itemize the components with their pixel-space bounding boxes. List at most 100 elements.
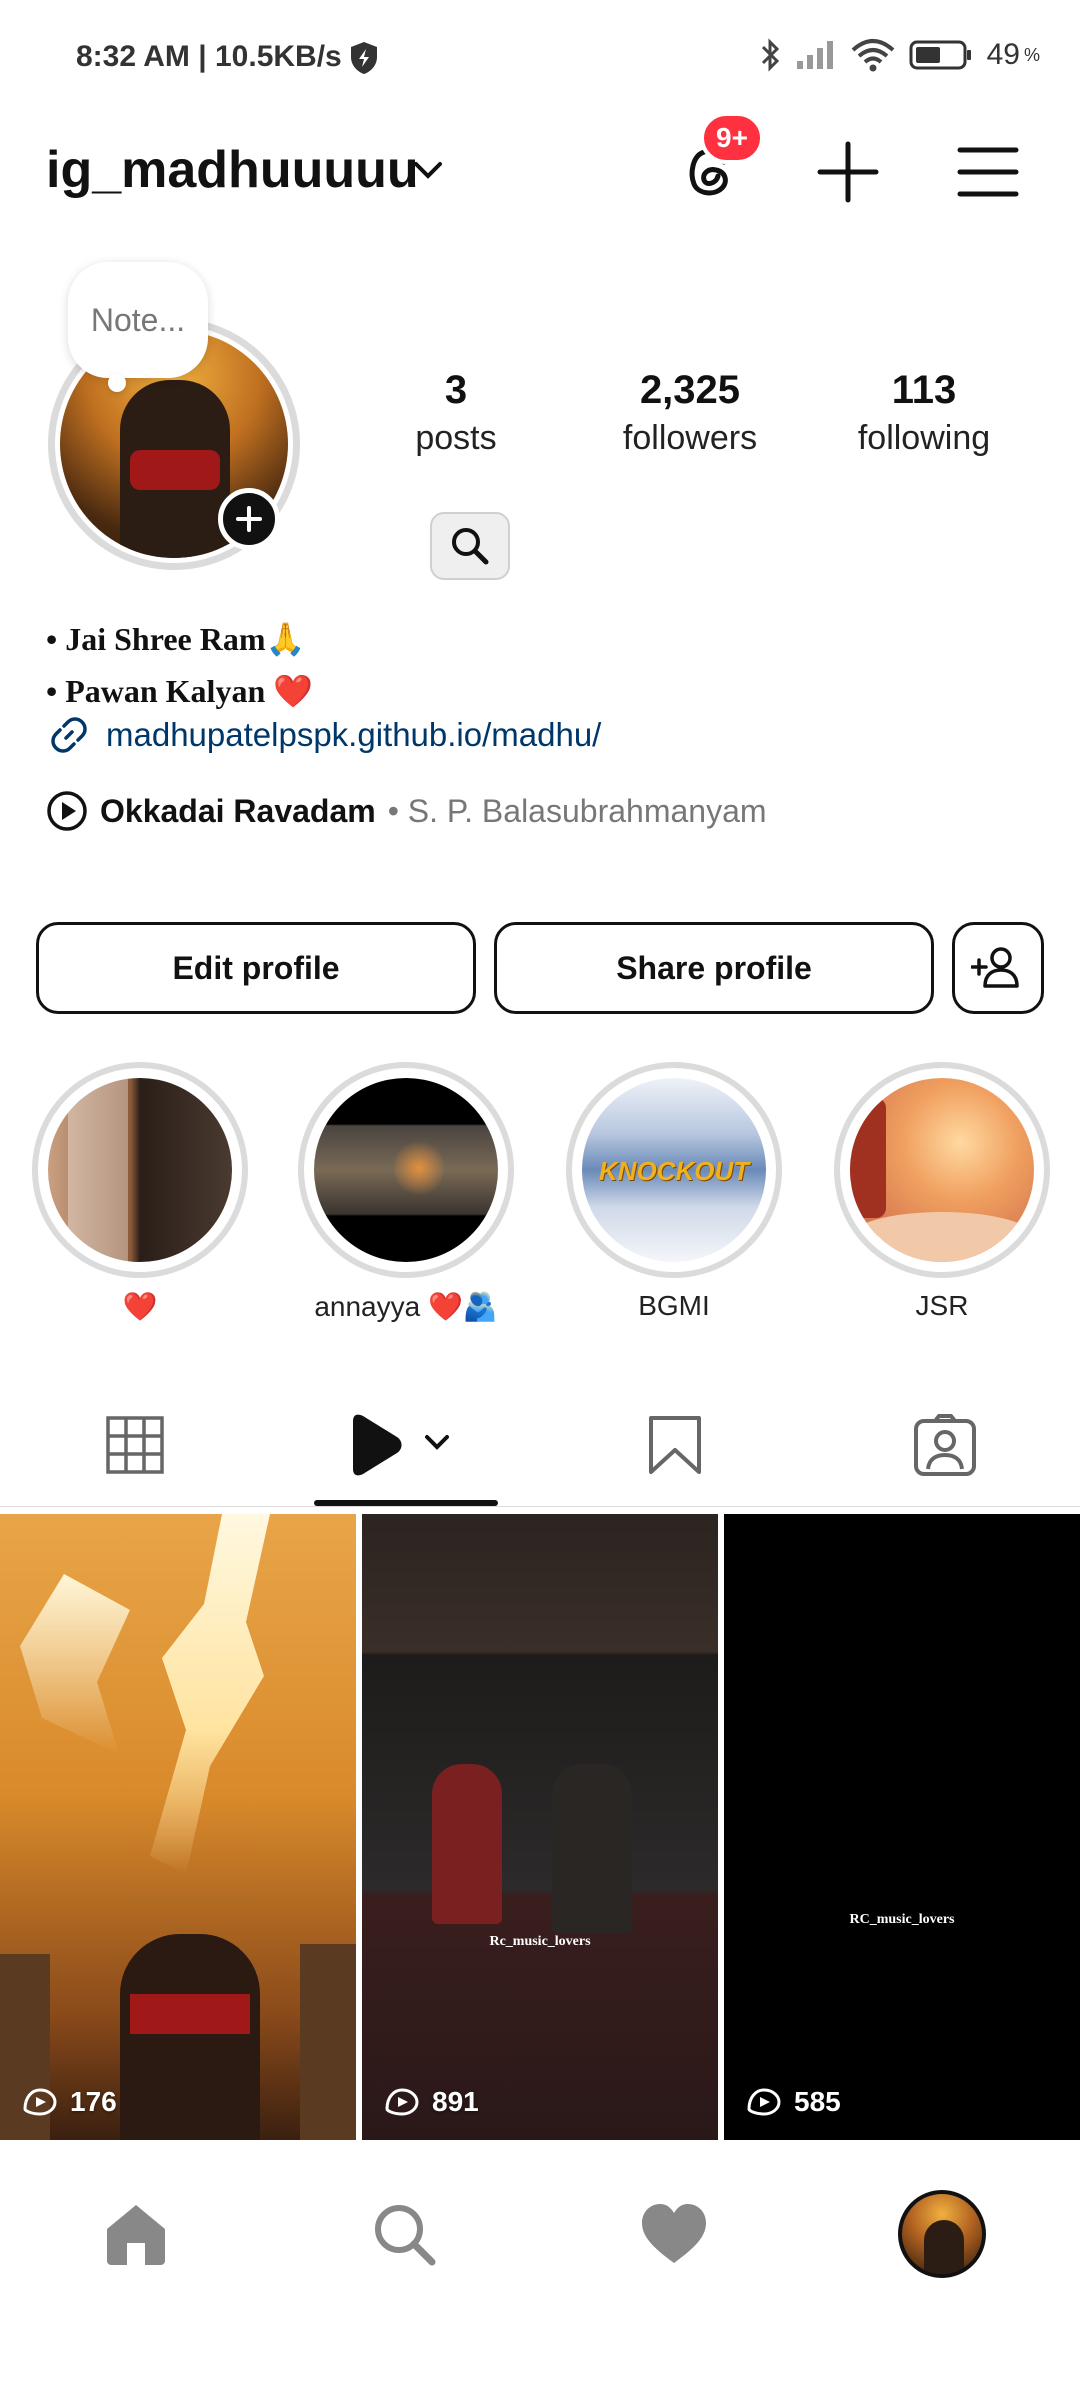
following-count: 113 bbox=[891, 368, 957, 412]
highlight-label: BGMI bbox=[638, 1290, 710, 1321]
add-person-icon bbox=[971, 947, 1019, 988]
nav-profile-avatar bbox=[898, 2190, 986, 2278]
highlight-ring bbox=[834, 1062, 1050, 1278]
signal-icon bbox=[796, 41, 833, 69]
tab-tagged[interactable] bbox=[810, 1380, 1080, 1510]
battery-icon bbox=[909, 40, 971, 70]
knockout-logo: KNOCKOUT bbox=[598, 1156, 750, 1186]
nav-profile[interactable] bbox=[892, 2184, 992, 2284]
bluetooth-icon bbox=[761, 38, 779, 72]
bio-link-text[interactable]: madhupatelpspk.github.io/madhu/ bbox=[106, 716, 601, 754]
play-circle-icon bbox=[47, 791, 87, 831]
view-count-text: 585 bbox=[794, 2086, 841, 2117]
highlight-cover bbox=[850, 1078, 1034, 1262]
highlight-cover-light bbox=[68, 1078, 128, 1262]
highlight-cover-clouds bbox=[850, 1212, 1034, 1262]
view-count-text: 891 bbox=[432, 2086, 479, 2117]
discover-people-button[interactable] bbox=[952, 922, 1044, 1014]
reel-torch bbox=[300, 1944, 356, 2140]
plus-icon bbox=[236, 506, 262, 532]
reel-flame bbox=[20, 1574, 130, 1754]
wifi-icon bbox=[851, 39, 894, 72]
share-profile-button[interactable]: Share profile bbox=[494, 922, 934, 1014]
music-artist: • S. P. Balasubrahmanyam bbox=[387, 792, 767, 829]
reel-figure bbox=[120, 1934, 260, 2140]
create-button[interactable] bbox=[808, 132, 888, 212]
highlight-cover: KNOCKOUT bbox=[582, 1078, 766, 1262]
followers-label: followers bbox=[622, 419, 758, 457]
battery-level: 49 bbox=[986, 38, 1020, 71]
reel-tile[interactable]: 176 bbox=[0, 1514, 356, 2140]
following-label: following bbox=[857, 419, 991, 457]
search-profile-button[interactable] bbox=[430, 512, 510, 580]
status-time: 8:32 AM | 10.5KB/s bbox=[76, 40, 342, 73]
highlight-ring bbox=[298, 1062, 514, 1278]
search-icon bbox=[375, 2205, 436, 2266]
tab-saved[interactable] bbox=[540, 1380, 810, 1510]
note-bubble-tail bbox=[108, 374, 126, 392]
posts-count: 3 bbox=[444, 368, 468, 412]
nav-search[interactable] bbox=[354, 2184, 454, 2284]
highlight-cover-figure bbox=[850, 1098, 886, 1218]
reel-tile[interactable]: Rc_music_lovers 891 bbox=[362, 1514, 718, 2140]
profile-tabs bbox=[0, 1380, 1080, 1510]
chevron-down-icon[interactable] bbox=[408, 150, 448, 190]
reel-view-count: 585 bbox=[746, 2086, 841, 2118]
status-bar: 8:32 AM | 10.5KB/s 49% bbox=[0, 0, 1080, 110]
profile-music[interactable]: Okkadai Ravadam • S. P. Balasubrahmanyam bbox=[46, 790, 767, 832]
highlight-cover bbox=[314, 1078, 498, 1262]
highlight-ring: KNOCKOUT bbox=[566, 1062, 782, 1278]
menu-button[interactable] bbox=[948, 132, 1028, 212]
grid-icon bbox=[106, 1416, 164, 1474]
posts-label: posts bbox=[415, 419, 497, 457]
search-icon bbox=[452, 528, 489, 565]
battery-percent-sign: % bbox=[1023, 44, 1040, 65]
bookmark-icon bbox=[649, 1416, 701, 1474]
highlight-ring bbox=[32, 1062, 248, 1278]
highlight-cover-glow bbox=[394, 1138, 444, 1198]
bio-line: • Jai Shree Ram🙏 bbox=[46, 621, 306, 657]
tab-divider bbox=[0, 1506, 1080, 1507]
highlight-label: JSR bbox=[915, 1290, 969, 1321]
reel-figure-scarf bbox=[130, 1994, 250, 2034]
play-views-icon bbox=[385, 2088, 419, 2116]
reel-figure-woman bbox=[432, 1764, 502, 1924]
play-views-icon bbox=[23, 2088, 57, 2116]
edit-profile-button[interactable]: Edit profile bbox=[36, 922, 476, 1014]
link-icon bbox=[51, 717, 87, 753]
plus-icon bbox=[817, 141, 879, 203]
reel-watermark: RC_music_lovers bbox=[849, 1912, 955, 1927]
bio-link[interactable]: madhupatelpspk.github.io/madhu/ bbox=[46, 712, 601, 758]
story-highlight[interactable]: ❤️ bbox=[30, 1062, 250, 1323]
tagged-person-icon bbox=[914, 1414, 976, 1476]
story-highlight[interactable]: JSR bbox=[832, 1062, 1052, 1322]
story-highlight[interactable]: KNOCKOUT BGMI bbox=[564, 1062, 784, 1322]
bio-line: • Pawan Kalyan ❤️ bbox=[46, 673, 314, 709]
status-icons: 49% bbox=[759, 38, 1040, 72]
music-title: Okkadai Ravadam bbox=[100, 792, 376, 829]
posts-stat[interactable]: 3 posts bbox=[346, 368, 566, 458]
tab-posts-grid[interactable] bbox=[0, 1380, 270, 1510]
reel-view-count: 891 bbox=[384, 2086, 479, 2118]
highlight-label: ❤️ bbox=[122, 1291, 158, 1322]
reels-play-icon bbox=[353, 1414, 449, 1476]
reel-flame bbox=[150, 1514, 270, 1874]
hamburger-menu-icon bbox=[957, 147, 1019, 197]
account-switcher-username[interactable]: ig_madhuuuuu bbox=[46, 140, 419, 200]
nav-home[interactable] bbox=[86, 2184, 186, 2284]
highlight-cover bbox=[48, 1078, 232, 1262]
reel-figure-man bbox=[552, 1764, 632, 1934]
followers-stat[interactable]: 2,325 followers bbox=[580, 368, 800, 458]
heart-icon bbox=[642, 2204, 706, 2263]
nav-activity[interactable] bbox=[624, 2184, 724, 2284]
story-highlight[interactable]: annayya ❤️🫂 bbox=[296, 1062, 516, 1323]
reel-tile[interactable]: RC_music_lovers 585 bbox=[724, 1514, 1080, 2140]
avatar-scarf bbox=[130, 450, 220, 490]
add-story-button[interactable] bbox=[218, 488, 280, 550]
reel-watermark: Rc_music_lovers bbox=[489, 1934, 591, 1949]
reel-view-count: 176 bbox=[22, 2086, 117, 2118]
note-bubble[interactable]: Note... bbox=[68, 262, 208, 378]
tab-reels[interactable] bbox=[270, 1380, 540, 1510]
following-stat[interactable]: 113 following bbox=[814, 368, 1034, 458]
play-views-icon bbox=[747, 2088, 781, 2116]
